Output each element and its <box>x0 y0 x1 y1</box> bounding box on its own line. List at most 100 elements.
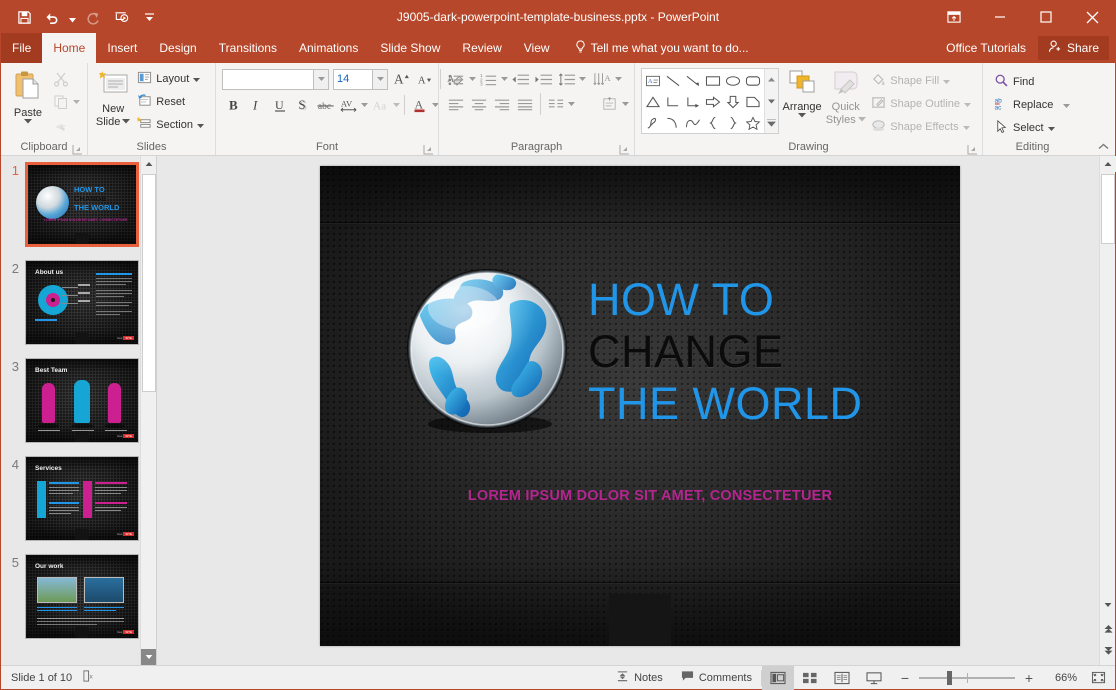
strikethrough-icon[interactable]: abc <box>314 94 337 116</box>
text-box-icon[interactable]: A <box>643 70 663 91</box>
zoom-slider[interactable] <box>919 666 1015 690</box>
font-color-icon[interactable]: A <box>408 94 431 116</box>
tab-insert[interactable]: Insert <box>96 33 148 63</box>
replace-button[interactable]: ab ac Replace <box>989 94 1075 116</box>
tab-transitions[interactable]: Transitions <box>208 33 288 63</box>
shape-outline-dropdown-icon[interactable] <box>964 98 971 110</box>
font-dialog-launcher[interactable] <box>423 142 435 155</box>
pentagon-icon[interactable] <box>743 91 763 112</box>
paragraph-dialog-launcher[interactable] <box>619 142 631 155</box>
increase-font-icon[interactable]: A <box>391 68 414 90</box>
new-slide-dropdown-icon[interactable] <box>122 115 131 128</box>
slide-scrollbar[interactable] <box>1099 156 1116 665</box>
thumbnail-scroll-down-button[interactable] <box>141 649 156 665</box>
align-center-icon[interactable] <box>468 93 491 115</box>
left-brace-icon[interactable] <box>703 112 723 133</box>
scribble-icon[interactable] <box>643 112 663 133</box>
curve-icon[interactable] <box>683 112 703 133</box>
cut-icon[interactable] <box>49 68 72 90</box>
thumbnail-slide-2[interactable]: 2 About us box SITE <box>1 260 156 345</box>
drawing-dialog-launcher[interactable] <box>967 142 979 155</box>
spell-check-icon[interactable]: x <box>82 669 97 686</box>
reset-button[interactable]: Reset <box>132 91 209 113</box>
shapes-scroll-down-icon[interactable] <box>765 91 778 112</box>
decrease-indent-icon[interactable] <box>509 68 532 90</box>
thumbnail-slide-3[interactable]: 3 Best Team box SITE <box>1 358 156 443</box>
columns-dropdown-icon[interactable] <box>567 102 576 106</box>
bold-icon[interactable]: B <box>222 94 245 116</box>
close-icon[interactable] <box>1069 1 1115 33</box>
undo-icon[interactable] <box>39 5 65 29</box>
replace-dropdown-icon[interactable] <box>1063 99 1071 111</box>
thumbnail-preview[interactable]: HOW TO CHANGE THE WORLD LOREM IPSUM DOLO… <box>25 162 139 247</box>
right-arrow-icon[interactable] <box>703 91 723 112</box>
start-from-beginning-icon[interactable] <box>108 5 134 29</box>
next-slide-icon[interactable] <box>1100 643 1116 659</box>
zoom-in-button[interactable]: + <box>1022 670 1036 686</box>
shape-fill-button[interactable]: Shape Fill <box>866 70 976 92</box>
text-shadow-icon[interactable]: SS <box>291 94 314 116</box>
normal-view-button[interactable] <box>762 665 794 690</box>
thumbnail-preview[interactable]: Our work box SITE <box>25 554 139 639</box>
thumbnail-slide-1[interactable]: 1 HOW TO CHANGE THE WORLD LOREM IPSUM DO… <box>1 162 156 247</box>
down-arrow-icon[interactable] <box>723 91 743 112</box>
arrange-button[interactable]: Arrange <box>779 67 825 118</box>
current-slide[interactable]: HOW TO CHANGE THE WORLD LOREM IPSUM DOLO… <box>320 166 960 646</box>
copy-dropdown-icon[interactable] <box>72 100 81 104</box>
bullets-dropdown-icon[interactable] <box>468 77 477 81</box>
font-name-input[interactable] <box>222 68 314 90</box>
arrange-dropdown-icon[interactable] <box>798 113 807 118</box>
elbow-arrow-connector-icon[interactable] <box>683 91 703 112</box>
right-brace-icon[interactable] <box>723 112 743 133</box>
slide-show-view-button[interactable] <box>858 666 890 690</box>
slide-indicator[interactable]: Slide 1 of 10 <box>11 672 72 684</box>
slide-scroll-down-icon[interactable] <box>1100 597 1116 613</box>
thumbnail-preview[interactable]: Services box SITE <box>25 456 139 541</box>
thumbnail-slide-5[interactable]: 5 Our work box SITE <box>1 554 156 639</box>
bullets-icon[interactable] <box>445 68 468 90</box>
tab-file[interactable]: File <box>1 33 43 63</box>
slide-scrollbar-thumb[interactable] <box>1101 174 1115 244</box>
new-slide-button[interactable]: New Slide <box>94 67 132 128</box>
redo-icon[interactable] <box>80 5 106 29</box>
italic-icon[interactable]: I <box>245 94 268 116</box>
collapse-ribbon-button[interactable] <box>1095 139 1111 154</box>
star-icon[interactable] <box>743 112 763 133</box>
shapes-scroll-up-icon[interactable] <box>765 69 778 90</box>
find-button[interactable]: Find <box>989 71 1075 93</box>
shapes-gallery-scrollbar[interactable] <box>764 69 778 133</box>
font-size-dropdown-icon[interactable] <box>373 68 388 90</box>
align-text-icon[interactable] <box>598 93 621 115</box>
globe-image[interactable] <box>402 266 572 436</box>
zoom-out-button[interactable]: − <box>898 670 912 686</box>
align-right-icon[interactable] <box>491 93 514 115</box>
shape-effects-button[interactable]: Shape Effects <box>866 116 976 138</box>
zoom-level[interactable]: 66% <box>1043 672 1077 684</box>
slide-scroll-up-icon[interactable] <box>1100 156 1116 172</box>
font-size-input[interactable]: 14 <box>333 68 373 90</box>
quick-styles-dropdown-icon[interactable] <box>857 113 866 126</box>
numbering-dropdown-icon[interactable] <box>500 77 509 81</box>
align-text-dropdown-icon[interactable] <box>621 102 630 106</box>
character-spacing-icon[interactable]: AV <box>337 94 360 116</box>
change-case-icon[interactable]: Aa <box>369 94 392 116</box>
align-left-icon[interactable] <box>445 93 468 115</box>
layout-button[interactable]: Layout <box>132 68 209 90</box>
tab-review[interactable]: Review <box>451 33 512 63</box>
rectangle-icon[interactable] <box>703 70 723 91</box>
triangle-icon[interactable] <box>643 91 663 112</box>
text-direction-icon[interactable]: A <box>591 68 614 90</box>
tab-design[interactable]: Design <box>148 33 207 63</box>
text-direction-dropdown-icon[interactable] <box>614 77 623 81</box>
tab-view[interactable]: View <box>513 33 561 63</box>
columns-icon[interactable] <box>544 93 567 115</box>
maximize-icon[interactable] <box>1023 1 1069 33</box>
align-justify-icon[interactable] <box>514 93 537 115</box>
tell-me-search[interactable]: Tell me what you want to do... <box>561 33 759 63</box>
thumbnail-preview[interactable]: Best Team box SITE <box>25 358 139 443</box>
numbering-icon[interactable]: 123 <box>477 68 500 90</box>
shape-outline-button[interactable]: Shape Outline <box>866 93 976 115</box>
thumbnail-scrollbar-thumb[interactable] <box>142 174 156 392</box>
paste-button[interactable]: Paste <box>7 67 49 124</box>
thumbnail-scroll-up-icon[interactable] <box>141 156 156 172</box>
